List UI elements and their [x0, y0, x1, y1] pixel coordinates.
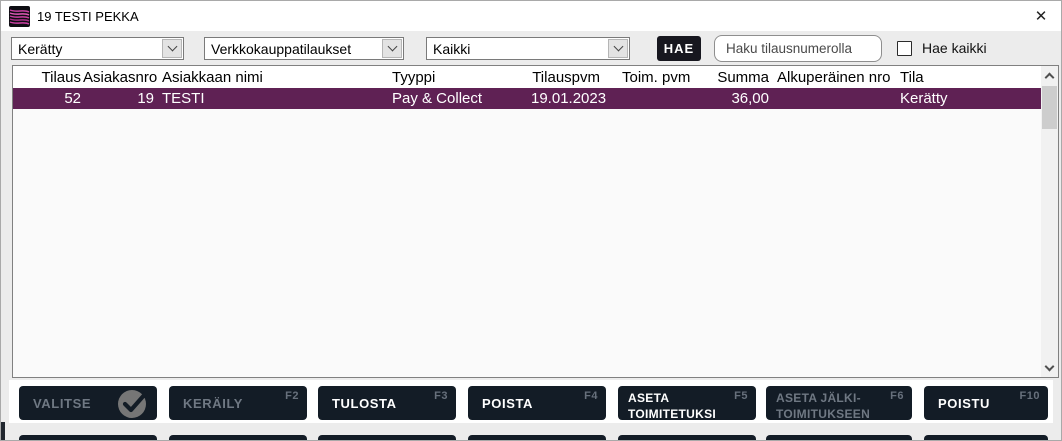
- close-icon[interactable]: ✕: [1021, 1, 1061, 31]
- aseta-jalkitoimitukseen-button[interactable]: ASETA JÄLKI-TOIMITUKSEEN F6: [766, 386, 912, 420]
- clipped-button: [618, 435, 756, 441]
- window-title: 19 TESTI PEKKA: [37, 9, 139, 24]
- check-circle-icon: [118, 388, 150, 419]
- chevron-down-icon[interactable]: [162, 39, 182, 58]
- fkey-label: F3: [434, 390, 448, 402]
- window-edge-fragment: [1, 422, 5, 441]
- clipped-button: [766, 435, 912, 441]
- status-filter-dropdown[interactable]: Kerätty: [11, 37, 184, 60]
- clipped-button: [468, 435, 606, 441]
- type-filter-value: Kaikki: [433, 41, 470, 57]
- col-header-tila[interactable]: Tila: [891, 69, 1058, 86]
- poistu-button-label: POISTU: [938, 386, 990, 420]
- cell-asiakasnro: 19: [83, 90, 156, 107]
- poistu-button[interactable]: POISTU F10: [924, 386, 1048, 420]
- clipped-button: [924, 435, 1048, 441]
- app-window: 19 TESTI PEKKA ✕ Kerätty Verkkokauppatil…: [0, 0, 1062, 441]
- source-filter-value: Verkkokauppatilaukset: [211, 41, 351, 57]
- fkey-label: F10: [1020, 390, 1040, 402]
- search-button[interactable]: HAE: [657, 36, 701, 61]
- title-bar: 19 TESTI PEKKA ✕: [1, 1, 1061, 31]
- cell-tyyppi: Pay & Collect: [386, 90, 531, 107]
- scrollbar-thumb[interactable]: [1042, 86, 1057, 129]
- vertical-scrollbar[interactable]: [1041, 66, 1058, 377]
- aseta-jalkitoimitukseen-button-label: ASETA JÄLKI-TOIMITUKSEEN: [776, 391, 878, 422]
- tulosta-button[interactable]: TULOSTA F3: [318, 386, 456, 420]
- col-header-toim-pvm[interactable]: Toim. pvm: [602, 69, 696, 86]
- col-header-alkuperainen-nro[interactable]: Alkuperäinen nro: [771, 69, 891, 86]
- cell-tilauspvm: 19.01.2023: [531, 90, 602, 107]
- orders-table: Tilaus Asiakasnro Asiakkaan nimi Tyyppi …: [12, 65, 1059, 378]
- table-row-selected[interactable]: 52 19 TESTI Pay & Collect 19.01.2023 36,…: [13, 88, 1041, 109]
- cell-summa: 36,00: [696, 90, 771, 107]
- chevron-down-icon[interactable]: [608, 39, 628, 58]
- cell-asiakkaan-nimi: TESTI: [156, 90, 386, 107]
- search-all-checkbox-label: Hae kaikki: [922, 40, 987, 56]
- clipped-button: [19, 435, 157, 441]
- order-number-search-input[interactable]: [714, 35, 882, 62]
- col-header-tilauspvm[interactable]: Tilauspvm: [531, 69, 602, 86]
- search-all-checkbox[interactable]: [897, 41, 912, 56]
- clipped-button-row: [1, 435, 1061, 441]
- valitse-button[interactable]: VALITSE: [19, 386, 157, 420]
- cell-tilaus: 52: [13, 90, 83, 107]
- type-filter-dropdown[interactable]: Kaikki: [426, 37, 630, 60]
- chevron-down-icon[interactable]: [382, 39, 402, 58]
- app-logo-icon: [9, 6, 30, 27]
- aseta-toimitetuksi-button[interactable]: ASETA TOIMITETUKSI F5: [618, 386, 756, 420]
- source-filter-dropdown[interactable]: Verkkokauppatilaukset: [204, 37, 404, 60]
- keraily-button-label: KERÄILY: [183, 386, 243, 420]
- orders-table-header: Tilaus Asiakasnro Asiakkaan nimi Tyyppi …: [13, 66, 1058, 88]
- col-header-asiakasnro[interactable]: Asiakasnro: [83, 69, 156, 86]
- fkey-label: F2: [285, 390, 299, 402]
- fkey-label: F4: [584, 390, 598, 402]
- clipped-button: [318, 435, 456, 441]
- scroll-down-icon[interactable]: [1041, 359, 1058, 376]
- fkey-label: F6: [890, 390, 904, 402]
- cell-tila: Kerätty: [891, 90, 1041, 107]
- col-header-summa[interactable]: Summa: [696, 69, 771, 86]
- poista-button[interactable]: POISTA F4: [468, 386, 606, 420]
- col-header-tilaus[interactable]: Tilaus: [13, 69, 83, 86]
- tulosta-button-label: TULOSTA: [332, 386, 397, 420]
- aseta-toimitetuksi-button-label: ASETA TOIMITETUKSI: [628, 391, 722, 422]
- poista-button-label: POISTA: [482, 386, 533, 420]
- clipped-button: [169, 435, 307, 441]
- valitse-button-label: VALITSE: [33, 386, 91, 420]
- fkey-label: F5: [734, 390, 748, 402]
- col-header-tyyppi[interactable]: Tyyppi: [386, 69, 531, 86]
- keraily-button[interactable]: KERÄILY F2: [169, 386, 307, 420]
- scroll-up-icon[interactable]: [1041, 67, 1058, 84]
- col-header-asiakkaan-nimi[interactable]: Asiakkaan nimi: [156, 69, 386, 86]
- status-filter-value: Kerätty: [18, 41, 62, 57]
